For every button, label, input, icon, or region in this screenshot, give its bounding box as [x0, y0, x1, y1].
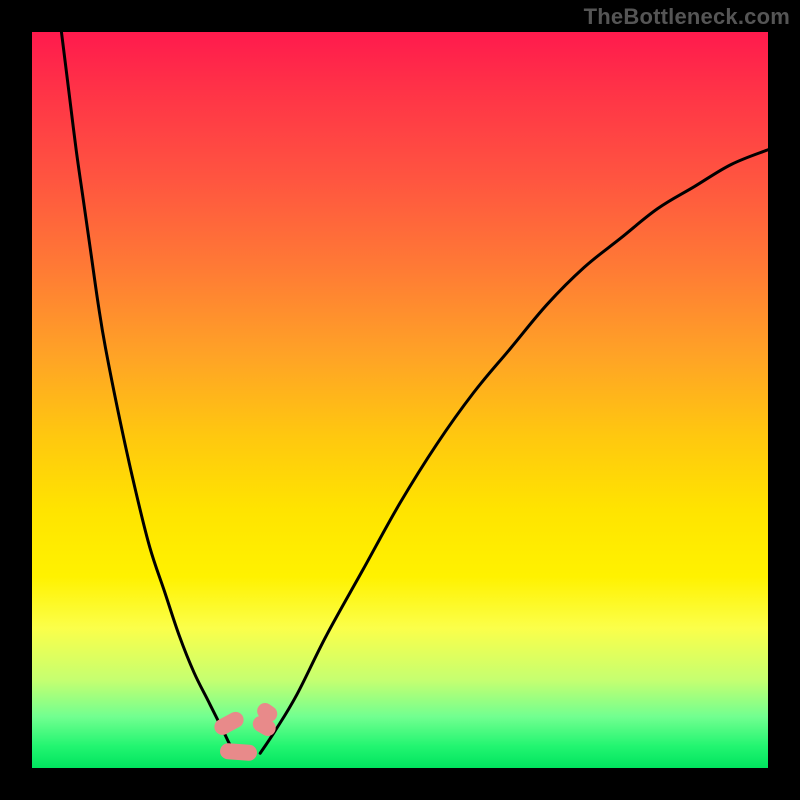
watermark-text: TheBottleneck.com	[584, 4, 790, 30]
curve-right	[260, 150, 768, 754]
plot-area	[32, 32, 768, 768]
data-marker	[219, 742, 257, 761]
curve-left	[61, 32, 238, 753]
curve-layer	[32, 32, 768, 768]
chart-frame: TheBottleneck.com	[0, 0, 800, 800]
